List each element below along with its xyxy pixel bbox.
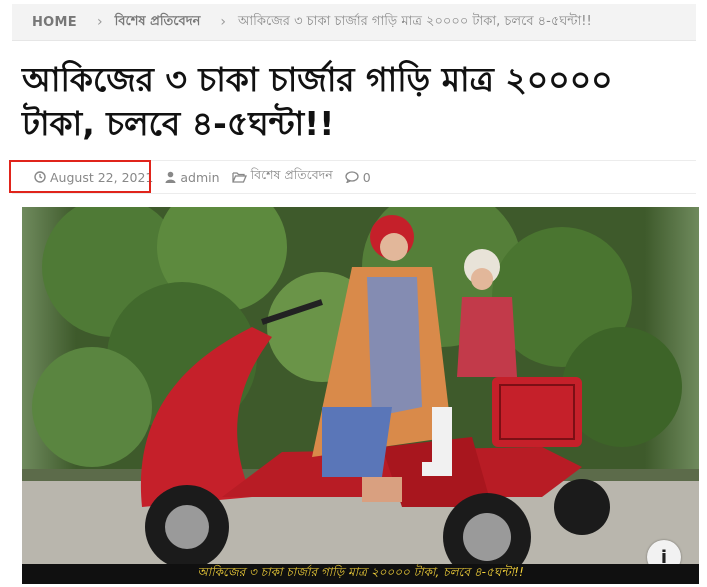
post-comments[interactable]: 0: [345, 170, 371, 185]
post-category[interactable]: বিশেষ প্রতিবেদন: [231, 167, 333, 187]
post-author-text: admin: [180, 169, 220, 185]
chevron-right-icon: ›: [220, 14, 226, 30]
chevron-right-icon: ›: [96, 14, 103, 30]
scooter-photo: [22, 207, 699, 584]
page-title: আকিজের ৩ চাকা চার্জার গাড়ি মাত্র ২০০০০ …: [22, 60, 613, 143]
breadcrumb-category-link[interactable]: বিশেষ প্রতিবেদন: [115, 12, 201, 33]
breadcrumb-current: আকিজের ৩ চাকা চার্জার গাড়ি মাত্র ২০০০০ …: [237, 13, 592, 29]
image-caption: আকিজের ৩ চাকা চার্জার গাড়ি মাত্র ২০০০০ …: [22, 564, 699, 584]
comment-icon: [345, 171, 359, 183]
folder-open-icon: [231, 172, 247, 183]
breadcrumb-home-link[interactable]: HOME: [32, 15, 77, 30]
post-category-text: বিশেষ প্রতিবেদন: [250, 167, 333, 182]
breadcrumb: HOME › বিশেষ প্রতিবেদন › আকিজের ৩ চাকা চ…: [12, 4, 696, 41]
post-comments-count: 0: [362, 169, 371, 185]
date-highlight-box: [9, 160, 151, 193]
featured-image[interactable]: i: [22, 207, 699, 584]
user-icon: [165, 171, 176, 183]
post-author[interactable]: admin: [165, 169, 220, 185]
